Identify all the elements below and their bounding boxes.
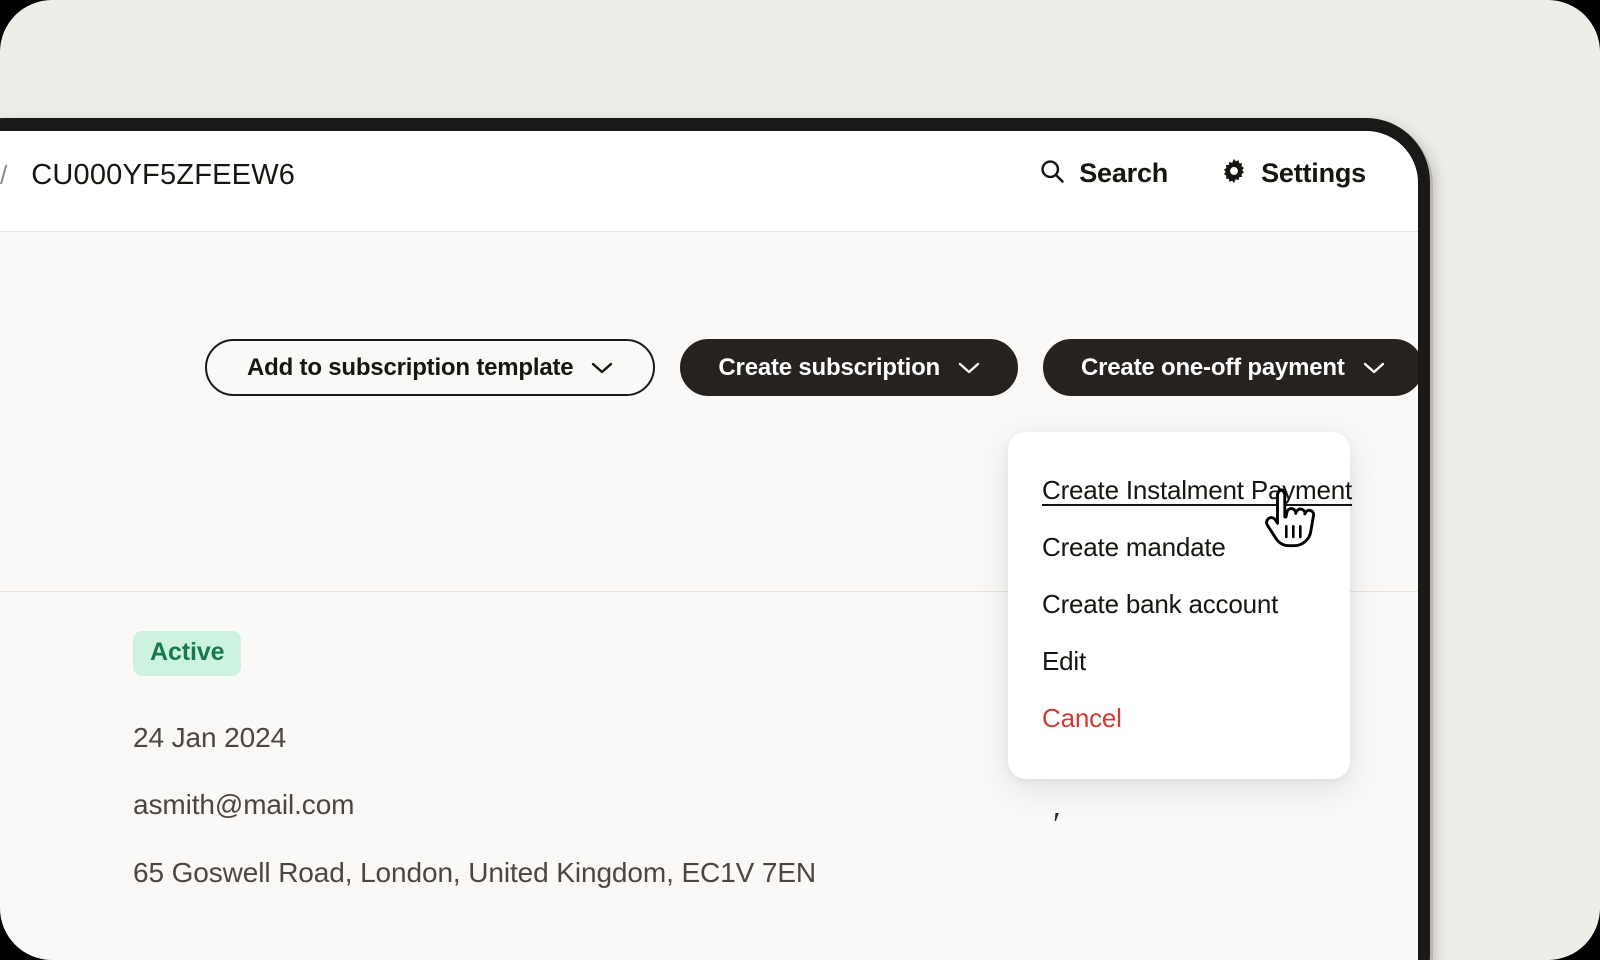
menu-item-create-bank-account[interactable]: Create bank account [1008, 576, 1350, 633]
create-one-off-payment-button[interactable]: Create one-off payment [1043, 339, 1418, 396]
status-badge: Active [133, 631, 241, 676]
settings-button[interactable]: Settings [1220, 157, 1366, 190]
detail-address: 65 Goswell Road, London, United Kingdom,… [133, 857, 816, 889]
chevron-down-icon [958, 354, 980, 382]
search-label: Search [1079, 158, 1168, 189]
gear-icon [1220, 157, 1248, 190]
add-to-subscription-template-label: Add to subscription template [247, 354, 573, 382]
menu-item-create-instalment-payment[interactable]: Create Instalment Payment [1008, 462, 1350, 519]
create-one-off-payment-label: Create one-off payment [1081, 354, 1345, 382]
breadcrumb: / CU000YF5ZFEEW6 [0, 159, 295, 192]
breadcrumb-separator: / [0, 160, 7, 191]
detail-email: asmith@mail.com [133, 789, 816, 821]
create-subscription-button[interactable]: Create subscription [680, 339, 1018, 396]
search-icon [1038, 157, 1066, 190]
settings-label: Settings [1261, 158, 1366, 189]
menu-item-create-mandate[interactable]: Create mandate [1008, 519, 1350, 576]
header-actions: Search Settings [1038, 157, 1366, 190]
primary-action-row: Add to subscription template Create subs… [0, 339, 1418, 396]
search-button[interactable]: Search [1038, 157, 1168, 190]
menu-item-cancel[interactable]: Cancel [1008, 690, 1350, 747]
app-screen: / CU000YF5ZFEEW6 Search [0, 131, 1418, 960]
partial-text-artifact: ′ [1053, 806, 1060, 844]
chevron-down-icon [591, 354, 613, 382]
add-to-subscription-template-button[interactable]: Add to subscription template [205, 339, 655, 396]
chevron-down-icon [1363, 354, 1385, 382]
app-header: / CU000YF5ZFEEW6 Search [0, 131, 1418, 232]
detail-created-date: 24 Jan 2024 [133, 722, 816, 754]
breadcrumb-customer-id: CU000YF5ZFEEW6 [31, 159, 295, 192]
more-actions-dropdown: Create Instalment Payment Create mandate… [1008, 432, 1350, 779]
customer-details: Active 24 Jan 2024 asmith@mail.com 65 Go… [133, 631, 816, 889]
create-subscription-label: Create subscription [718, 354, 940, 382]
menu-item-edit[interactable]: Edit [1008, 633, 1350, 690]
screenshot-canvas: / CU000YF5ZFEEW6 Search [0, 0, 1600, 960]
